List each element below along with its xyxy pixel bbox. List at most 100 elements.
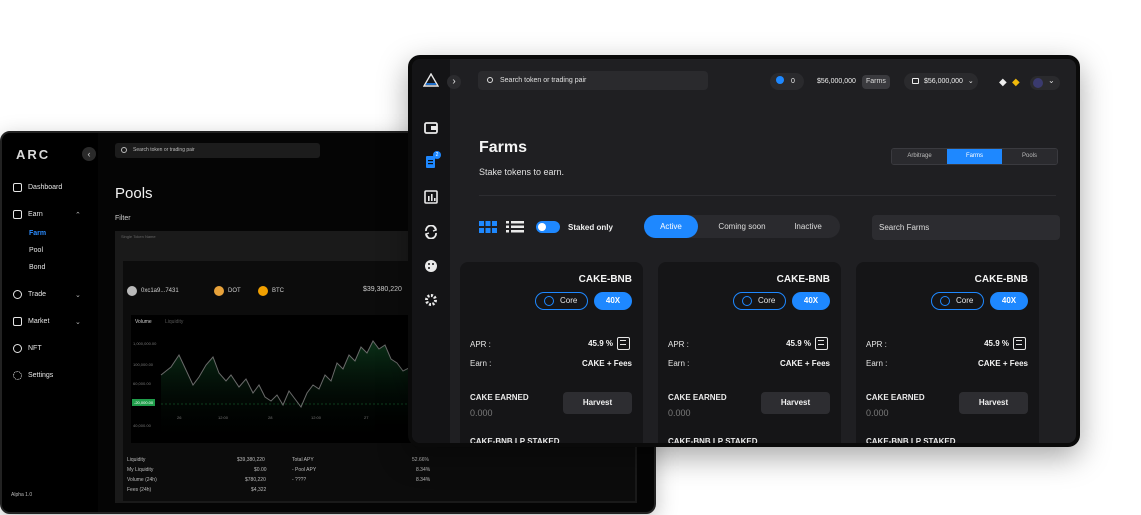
- search-icon: [121, 147, 127, 153]
- sidebar-item-label: Trade: [28, 291, 47, 298]
- core-tag: Core: [535, 292, 588, 310]
- tab-farms[interactable]: Farms: [947, 149, 1002, 164]
- apr-label: APR :: [470, 340, 491, 349]
- sidebar-item-farm[interactable]: Farm: [29, 230, 46, 237]
- stat-label: My Liquidity: [127, 467, 154, 473]
- sidebar-item-pool[interactable]: Pool: [29, 247, 43, 254]
- wallet-icon[interactable]: [424, 121, 438, 135]
- staked-only-label: Staked only: [568, 223, 613, 232]
- calculator-icon[interactable]: [815, 337, 828, 350]
- search-placeholder: Search token or trading pair: [500, 77, 587, 84]
- search-farms-input[interactable]: Search Farms: [872, 215, 1060, 240]
- earned-label: CAKE EARNED: [470, 393, 529, 402]
- panel-header: Single Token Name: [121, 234, 156, 239]
- token-icon: [776, 76, 784, 84]
- token-btc: BTC: [258, 286, 284, 296]
- stat-value: $0.00: [254, 467, 267, 473]
- sidebar-item-label: Earn: [28, 211, 43, 218]
- farms-window: 2 › Search token or trading pair 0 $56,0…: [408, 55, 1080, 447]
- tab-arbitrage[interactable]: Arbitrage: [892, 149, 947, 164]
- apr-value: 45.9 %: [984, 339, 1009, 348]
- staked-only-toggle[interactable]: [536, 221, 560, 233]
- stat-value: 8.34%: [416, 467, 431, 473]
- core-label: Core: [956, 296, 974, 305]
- earn-value: CAKE + Fees: [581, 359, 632, 368]
- gear-icon[interactable]: [424, 293, 438, 307]
- harvest-button[interactable]: Harvest: [959, 392, 1028, 414]
- token-label: 0xc1a9...7431: [141, 288, 179, 294]
- list-view-icon[interactable]: [506, 221, 524, 233]
- search-input[interactable]: Search token or trading pair: [115, 143, 320, 158]
- collapse-sidebar-button[interactable]: ›: [447, 75, 461, 89]
- category-tabs: Arbitrage Farms Pools: [891, 148, 1058, 165]
- sidebar-item-earn[interactable]: Earn ⌃: [13, 210, 81, 219]
- page-subtitle: Stake tokens to earn.: [479, 167, 565, 177]
- earned-value: 0.000: [470, 408, 493, 418]
- grid-view-icon[interactable]: [479, 221, 497, 233]
- bnb-icon[interactable]: ◆: [1012, 77, 1020, 88]
- stat-value: $780,220: [245, 477, 266, 483]
- filter-label[interactable]: Filter: [115, 215, 131, 222]
- token-balance-badge[interactable]: 0: [770, 73, 804, 90]
- wallet-balance-dropdown[interactable]: $56,000,000 ⌄: [904, 73, 978, 90]
- tab-pools[interactable]: Pools: [1002, 149, 1057, 164]
- token-count: 0: [790, 78, 795, 85]
- collapse-sidebar-button[interactable]: ‹: [82, 147, 96, 161]
- palette-icon: [13, 344, 22, 353]
- verified-icon: [940, 296, 950, 306]
- status-filter: Active Coming soon Inactive: [644, 215, 840, 238]
- calculator-icon[interactable]: [1013, 337, 1026, 350]
- pair-name: CAKE-BNB: [974, 274, 1028, 285]
- x-tick: 27: [364, 415, 369, 420]
- sidebar-item-nft[interactable]: NFT: [13, 344, 42, 353]
- earned-label: CAKE EARNED: [866, 393, 925, 402]
- stat-label: Volume (24h): [127, 477, 157, 483]
- sidebar-item-market[interactable]: Market ⌄: [13, 317, 81, 326]
- stat-value: 8.34%: [416, 477, 431, 483]
- apr-label: APR :: [668, 340, 689, 349]
- verified-icon: [742, 296, 752, 306]
- x-tick: 28: [268, 415, 273, 420]
- bar-chart-icon: [13, 317, 22, 326]
- sidebar-item-label: Settings: [28, 372, 54, 379]
- status-active[interactable]: Active: [644, 215, 698, 238]
- farm-card: CAKE-BNB Core 40X APR : 45.9 % Earn : CA…: [460, 262, 643, 443]
- dot-coin-icon: [214, 286, 224, 296]
- swap-icon[interactable]: [424, 225, 438, 239]
- x-tick: 12:00: [218, 415, 229, 420]
- apr-label: APR :: [866, 340, 887, 349]
- stat-label: - Pool APY: [292, 467, 317, 473]
- core-tag: Core: [733, 292, 786, 310]
- palette-icon[interactable]: [424, 259, 438, 273]
- calculator-icon[interactable]: [617, 337, 630, 350]
- farms-tag[interactable]: Farms: [862, 75, 890, 89]
- avatar: [1033, 78, 1043, 88]
- verified-icon: [544, 296, 554, 306]
- status-coming-soon[interactable]: Coming soon: [708, 215, 776, 238]
- sidebar-item-bond[interactable]: Bond: [29, 264, 45, 271]
- farm-card: CAKE-BNB Core 40X APR : 45.9 % Earn : CA…: [856, 262, 1039, 443]
- status-inactive[interactable]: Inactive: [782, 215, 834, 238]
- farm-card: CAKE-BNB Core 40X APR : 45.9 % Earn : CA…: [658, 262, 841, 446]
- ethereum-icon[interactable]: ◆: [999, 77, 1007, 88]
- lp-staked-label: CAKE-BNB LP STAKED: [668, 437, 758, 446]
- token-icon: [127, 286, 137, 296]
- pair-name: CAKE-BNB: [578, 274, 632, 285]
- stat-label: Liquidity: [127, 457, 146, 463]
- sidebar-item-settings[interactable]: Settings: [13, 371, 53, 380]
- token-dot: DOT: [214, 286, 241, 296]
- stat-value: 52.66%: [412, 457, 429, 463]
- x-tick: 12:00: [311, 415, 322, 420]
- pools-sidebar: ARC ‹ Dashboard Earn ⌃ Farm Pool Bond Tr…: [2, 133, 98, 512]
- sidebar-item-trade[interactable]: Trade ⌄: [13, 290, 81, 299]
- wallet-icon: [13, 183, 22, 192]
- sidebar-item-dashboard[interactable]: Dashboard: [13, 183, 62, 192]
- bar-chart-icon[interactable]: [424, 190, 438, 204]
- search-placeholder: Search token or trading pair: [133, 147, 195, 153]
- harvest-button[interactable]: Harvest: [563, 392, 632, 414]
- chevron-down-icon: ⌄: [75, 291, 81, 299]
- pair-name: CAKE-BNB: [776, 274, 830, 285]
- search-input[interactable]: Search token or trading pair: [478, 71, 708, 90]
- account-dropdown[interactable]: ⌄: [1030, 76, 1060, 90]
- harvest-button[interactable]: Harvest: [761, 392, 830, 414]
